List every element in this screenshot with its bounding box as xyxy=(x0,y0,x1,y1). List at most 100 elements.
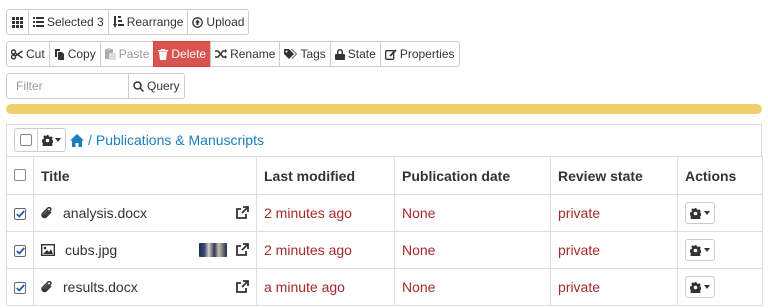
row-checkbox[interactable] xyxy=(14,282,26,294)
rename-label: Rename xyxy=(230,47,276,61)
upload-button[interactable]: Upload xyxy=(187,9,250,35)
check-icon xyxy=(15,284,25,292)
upload-label: Upload xyxy=(206,15,245,29)
review-state-cell: private xyxy=(550,231,678,269)
title-cell: results.docx xyxy=(33,268,257,306)
selected-label: Selected 3 xyxy=(47,15,104,29)
upload-icon xyxy=(192,16,204,28)
last-modified-cell: 2 minutes ago xyxy=(256,231,395,269)
state-label: State xyxy=(347,47,376,61)
row-actions-button[interactable] xyxy=(685,276,715,298)
row-actions-button[interactable] xyxy=(685,239,715,261)
review-state-cell: private xyxy=(550,268,678,306)
sort-icon xyxy=(112,16,124,28)
view-toolbar: Selected 3 Rearrange Upload xyxy=(6,9,250,35)
settings-dropdown-button[interactable] xyxy=(37,128,66,152)
row-checkbox-cell xyxy=(6,194,34,232)
header-checkbox[interactable] xyxy=(14,168,26,181)
properties-button[interactable]: Properties xyxy=(379,41,460,67)
rename-button[interactable]: Rename xyxy=(210,41,281,67)
lock-icon xyxy=(334,48,345,60)
actions-cell xyxy=(677,194,763,232)
properties-label: Properties xyxy=(399,47,455,61)
column-header-title[interactable]: Title xyxy=(33,156,257,195)
row-checkbox[interactable] xyxy=(14,245,26,257)
delete-label: Delete xyxy=(171,47,207,61)
filter-input[interactable] xyxy=(6,73,129,99)
external-link-icon[interactable] xyxy=(235,206,249,220)
gear-icon xyxy=(690,207,701,219)
select-all-group xyxy=(14,128,66,152)
gear-icon xyxy=(42,134,53,146)
row-checkbox-cell xyxy=(6,231,34,269)
title-cell: cubs.jpg xyxy=(33,231,257,269)
search-bar: Query xyxy=(6,73,185,99)
query-label: Query xyxy=(147,79,180,93)
chevron-down-icon xyxy=(55,138,61,142)
paperclip-icon xyxy=(41,280,52,292)
chevron-down-icon xyxy=(704,211,710,215)
publication-date-cell: None xyxy=(394,231,551,269)
item-title[interactable]: cubs.jpg xyxy=(65,242,117,258)
breadcrumb-current[interactable]: Publications & Manuscripts xyxy=(96,132,264,148)
rearrange-label: Rearrange xyxy=(126,15,184,29)
paste-label: Paste xyxy=(118,47,150,61)
shuffle-icon xyxy=(215,49,228,59)
check-icon xyxy=(15,247,25,255)
last-modified-cell: a minute ago xyxy=(256,268,395,306)
table-row[interactable]: cubs.jpg 2 minutes ago None private xyxy=(6,231,763,269)
breadcrumb-bar: / Publications & Manuscripts xyxy=(6,124,762,156)
table-row[interactable]: results.docx a minute ago None private xyxy=(6,268,763,306)
tags-button[interactable]: Tags xyxy=(279,41,331,67)
row-checkbox[interactable] xyxy=(14,208,26,220)
copy-label: Copy xyxy=(67,47,96,61)
actions-cell xyxy=(677,231,763,269)
row-actions-button[interactable] xyxy=(685,202,715,224)
column-header-last-modified[interactable]: Last modified xyxy=(256,156,395,195)
grid-view-button[interactable] xyxy=(6,9,29,35)
image-icon xyxy=(41,244,55,256)
state-button[interactable]: State xyxy=(329,41,381,67)
cut-button[interactable]: Cut xyxy=(6,41,50,67)
copy-icon xyxy=(54,49,64,60)
column-header-publication-date[interactable]: Publication date xyxy=(394,156,551,195)
contents-table: Title Last modified Publication date Rev… xyxy=(6,156,763,306)
select-all-checkbox[interactable] xyxy=(20,134,32,146)
column-header-actions: Actions xyxy=(677,156,763,195)
paperclip-icon xyxy=(41,206,52,218)
delete-button[interactable]: Delete xyxy=(153,41,212,67)
item-title[interactable]: results.docx xyxy=(63,279,138,295)
rearrange-button[interactable]: Rearrange xyxy=(107,9,189,35)
publication-date-cell: None xyxy=(394,268,551,306)
tags-icon xyxy=(284,48,298,59)
publication-date-cell: None xyxy=(394,194,551,232)
table-header-row: Title Last modified Publication date Rev… xyxy=(6,156,763,195)
gear-icon xyxy=(690,281,701,293)
scissors-icon xyxy=(11,48,23,60)
search-icon xyxy=(133,80,144,92)
chevron-down-icon xyxy=(704,285,710,289)
cut-label: Cut xyxy=(26,47,45,61)
list-icon xyxy=(33,17,44,27)
action-toolbar: Cut Copy Paste Delete Rename Tags State … xyxy=(6,41,460,67)
review-state-cell: private xyxy=(550,194,678,232)
item-title[interactable]: analysis.docx xyxy=(63,205,147,221)
grid-icon xyxy=(12,16,23,28)
paste-button[interactable]: Paste xyxy=(99,41,155,67)
progress-bar xyxy=(6,104,762,114)
table-row[interactable]: analysis.docx 2 minutes ago None private xyxy=(6,194,763,232)
edit-icon xyxy=(384,48,397,60)
select-all-checkbox-button[interactable] xyxy=(14,128,38,152)
image-thumbnail xyxy=(199,243,227,257)
external-link-icon[interactable] xyxy=(235,280,249,294)
check-icon xyxy=(15,210,25,218)
query-button[interactable]: Query xyxy=(128,73,185,99)
trash-icon xyxy=(158,48,169,60)
external-link-icon[interactable] xyxy=(235,243,249,257)
home-icon[interactable] xyxy=(70,133,84,147)
copy-button[interactable]: Copy xyxy=(48,41,101,67)
title-cell: analysis.docx xyxy=(33,194,257,232)
selected-button[interactable]: Selected 3 xyxy=(28,9,109,35)
column-header-review-state[interactable]: Review state xyxy=(550,156,678,195)
gear-icon xyxy=(690,244,701,256)
